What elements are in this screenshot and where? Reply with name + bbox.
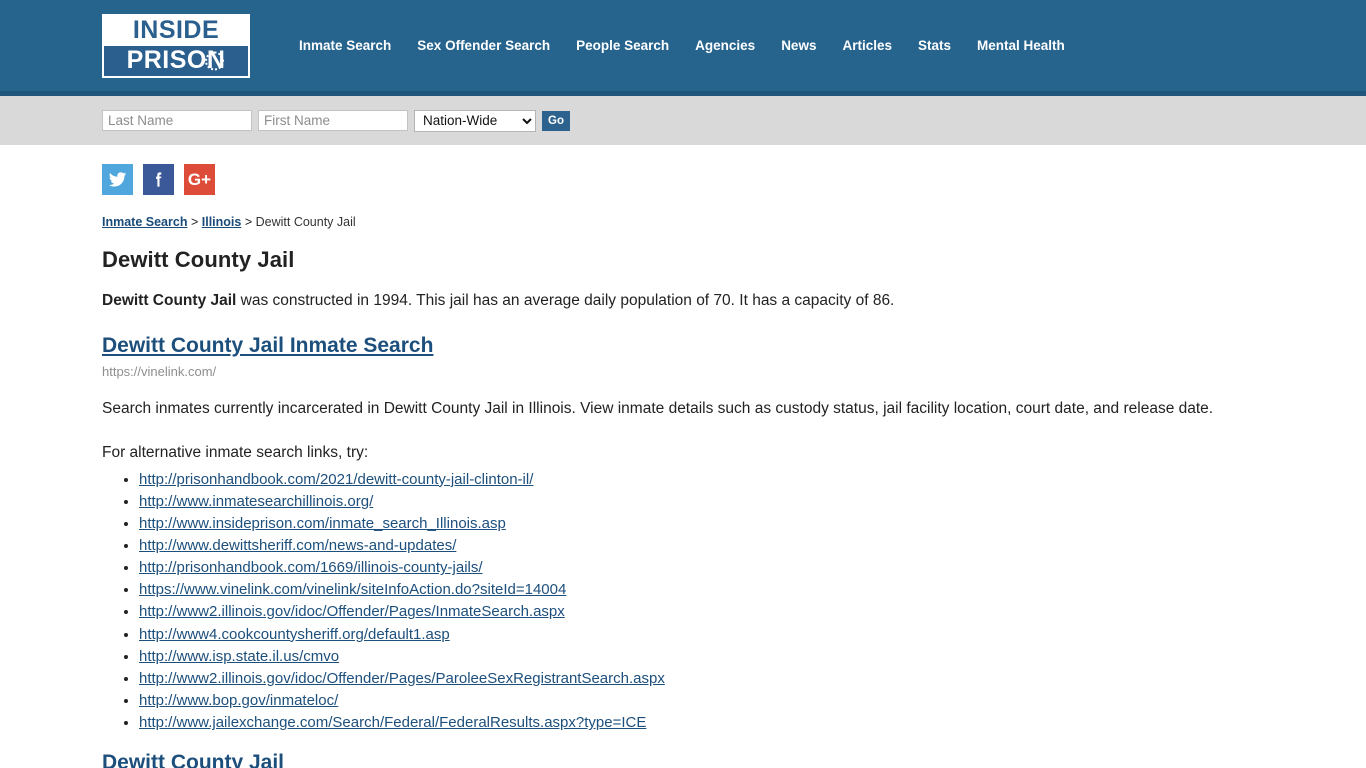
page-title: Dewitt County Jail bbox=[102, 247, 295, 272]
alt-link[interactable]: http://www2.illinois.gov/idoc/Offender/P… bbox=[139, 603, 565, 620]
nav-item-stats[interactable]: Stats bbox=[905, 39, 964, 53]
list-item: https://www.vinelink.com/vinelink/siteIn… bbox=[139, 579, 1306, 601]
nav-item-mental-health[interactable]: Mental Health bbox=[964, 39, 1078, 53]
list-item: http://www.inmatesearchillinois.org/ bbox=[139, 491, 1306, 513]
header-inner: INSIDE PRISON Inmate Search Sex Offender… bbox=[0, 0, 1366, 91]
inmate-search-heading: Dewitt County Jail Inmate Search bbox=[102, 333, 1306, 358]
alternative-links-list: http://prisonhandbook.com/2021/dewitt-co… bbox=[102, 469, 1306, 735]
last-name-input[interactable] bbox=[102, 110, 252, 131]
breadcrumb-separator-2: > bbox=[244, 215, 253, 229]
inmate-search-description: Search inmates currently incarcerated in… bbox=[102, 400, 1214, 418]
breadcrumb-current: Dewitt County Jail bbox=[255, 215, 356, 229]
go-button[interactable]: Go bbox=[542, 110, 570, 131]
nav-item-articles[interactable]: Articles bbox=[829, 39, 905, 53]
site-header: INSIDE PRISON Inmate Search Sex Offender… bbox=[0, 0, 1366, 96]
alt-link[interactable]: http://www4.cookcountysheriff.org/defaul… bbox=[139, 626, 450, 643]
alt-link[interactable]: http://www.insideprison.com/inmate_searc… bbox=[139, 515, 506, 532]
nav-item-inmate-search[interactable]: Inmate Search bbox=[286, 39, 404, 53]
breadcrumb-link-illinois[interactable]: Illinois bbox=[202, 215, 242, 229]
facility-summary: Dewitt County Jail was constructed in 19… bbox=[102, 291, 1306, 311]
inmate-search-url: https://vinelink.com/ bbox=[102, 364, 217, 380]
list-item: http://www.jailexchange.com/Search/Feder… bbox=[139, 712, 1306, 734]
list-item: http://prisonhandbook.com/1669/illinois-… bbox=[139, 557, 1306, 579]
facility-summary-rest: was constructed in 1994. This jail has a… bbox=[236, 292, 895, 309]
google-plus-icon[interactable]: G+ bbox=[184, 164, 215, 195]
list-item: http://www.isp.state.il.us/cmvo bbox=[139, 646, 1306, 668]
dotted-circle-icon bbox=[205, 51, 224, 70]
list-item: http://www2.illinois.gov/idoc/Offender/P… bbox=[139, 601, 1306, 623]
facebook-icon[interactable] bbox=[143, 164, 174, 195]
list-item: http://www.insideprison.com/inmate_searc… bbox=[139, 513, 1306, 535]
nav-item-people-search[interactable]: People Search bbox=[563, 39, 682, 53]
google-plus-glyph: G+ bbox=[187, 170, 212, 189]
first-name-input[interactable] bbox=[258, 110, 408, 131]
alt-link[interactable]: http://www.jailexchange.com/Search/Feder… bbox=[139, 714, 646, 731]
logo-top-band: INSIDE bbox=[104, 15, 248, 46]
list-item: http://prisonhandbook.com/2021/dewitt-co… bbox=[139, 469, 1306, 491]
main-nav: Inmate Search Sex Offender Search People… bbox=[286, 39, 1078, 53]
social-share-bar: G+ bbox=[102, 164, 1306, 195]
main-content: G+ Inmate Search > Illinois > Dewitt Cou… bbox=[0, 145, 1366, 768]
alt-link[interactable]: http://www.inmatesearchillinois.org/ bbox=[139, 493, 373, 510]
alternative-links-intro: For alternative inmate search links, try… bbox=[102, 443, 369, 461]
site-logo[interactable]: INSIDE PRISON bbox=[102, 13, 250, 78]
quick-search-bar: Nation-Wide Go bbox=[0, 96, 1366, 145]
quick-search-inner: Nation-Wide Go bbox=[102, 109, 570, 132]
nav-item-sex-offender-search[interactable]: Sex Offender Search bbox=[404, 39, 563, 53]
twitter-icon[interactable] bbox=[102, 164, 133, 195]
nav-item-agencies[interactable]: Agencies bbox=[682, 39, 768, 53]
breadcrumb: Inmate Search > Illinois > Dewitt County… bbox=[102, 215, 1306, 230]
breadcrumb-separator-1: > bbox=[190, 215, 199, 229]
list-item: http://www4.cookcountysheriff.org/defaul… bbox=[139, 624, 1306, 646]
breadcrumb-link-inmate-search[interactable]: Inmate Search bbox=[102, 215, 187, 229]
list-item: http://www.dewittsheriff.com/news-and-up… bbox=[139, 535, 1306, 557]
alt-link[interactable]: https://www.vinelink.com/vinelink/siteIn… bbox=[139, 581, 566, 598]
alt-link[interactable]: http://www.dewittsheriff.com/news-and-up… bbox=[139, 537, 456, 554]
alt-link[interactable]: http://www.bop.gov/inmateloc/ bbox=[139, 692, 338, 709]
alt-link[interactable]: http://www.isp.state.il.us/cmvo bbox=[139, 648, 339, 665]
logo-text-inside: INSIDE bbox=[132, 16, 220, 44]
alt-link[interactable]: http://prisonhandbook.com/1669/illinois-… bbox=[139, 559, 483, 576]
nav-item-news[interactable]: News bbox=[768, 39, 829, 53]
inmate-search-link[interactable]: Dewitt County Jail Inmate Search bbox=[102, 334, 433, 357]
list-item: http://www2.illinois.gov/idoc/Offender/P… bbox=[139, 668, 1306, 690]
list-item: http://www.bop.gov/inmateloc/ bbox=[139, 690, 1306, 712]
region-select[interactable]: Nation-Wide bbox=[414, 109, 536, 132]
alt-link[interactable]: http://prisonhandbook.com/2021/dewitt-co… bbox=[139, 471, 533, 488]
alt-link[interactable]: http://www2.illinois.gov/idoc/Offender/P… bbox=[139, 670, 665, 687]
next-section-heading: Dewitt County Jail bbox=[102, 751, 285, 768]
logo-bottom-band: PRISON bbox=[104, 45, 248, 76]
facility-summary-name: Dewitt County Jail bbox=[102, 292, 237, 309]
